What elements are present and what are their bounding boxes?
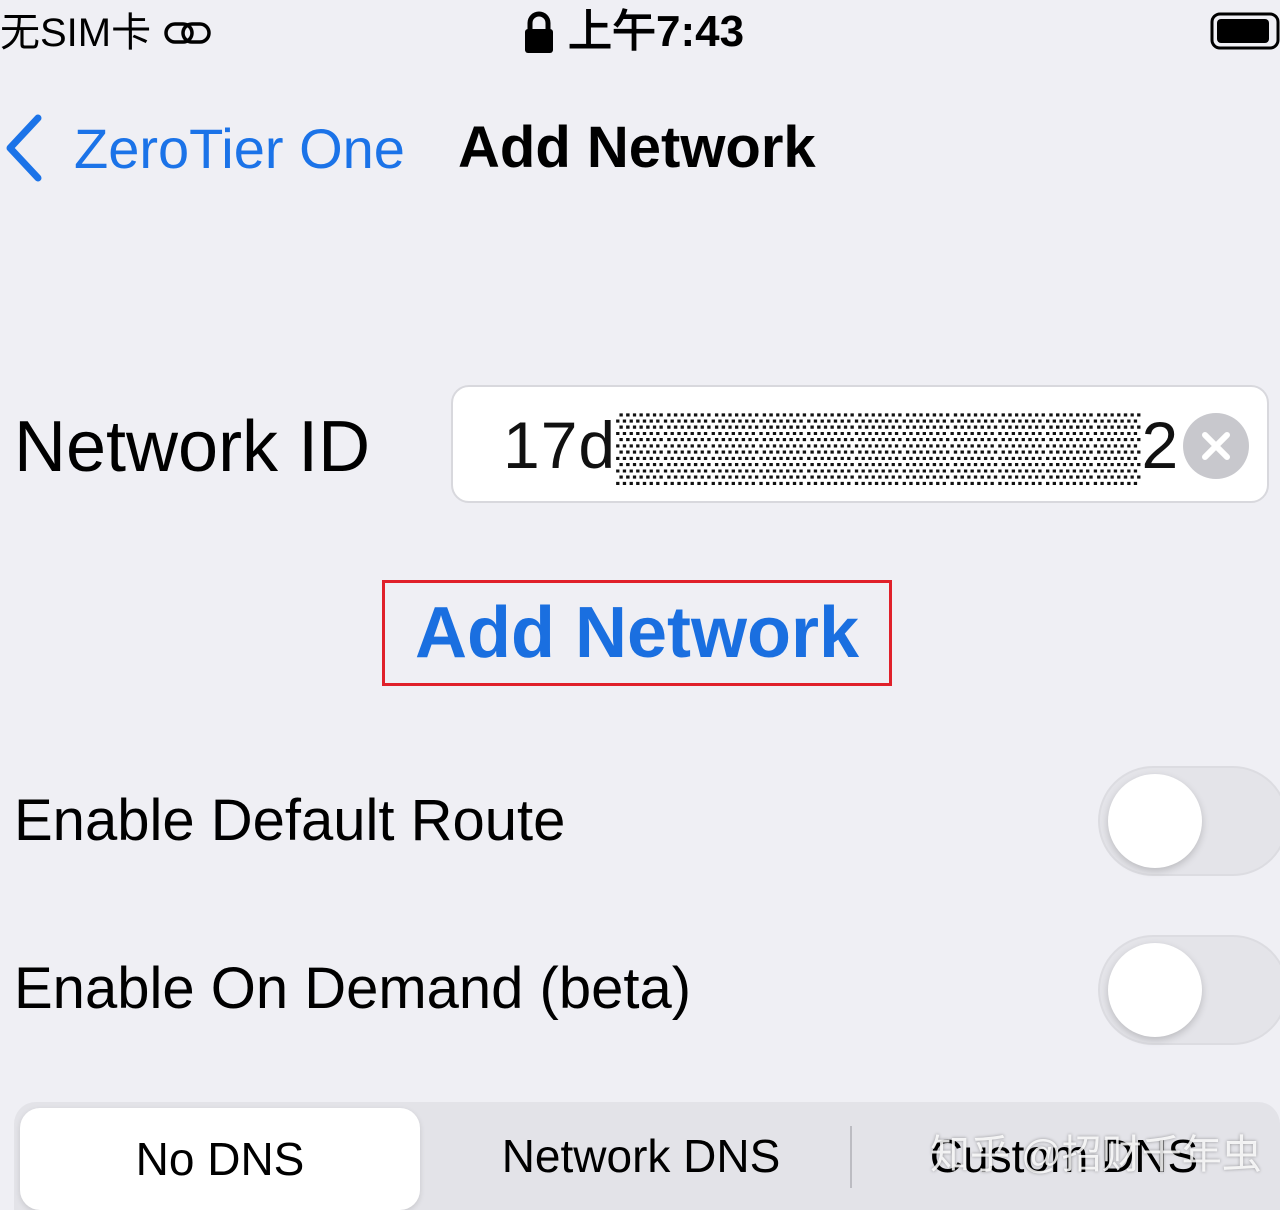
network-id-value: 17d▒▒▒▒▒▒▒▒▒▒▒2 [503, 408, 1180, 482]
battery-icon [1210, 12, 1280, 50]
default-route-toggle[interactable] [1098, 766, 1280, 876]
carrier-label: 无SIM卡 [0, 11, 152, 55]
segment-no-dns[interactable]: No DNS [20, 1108, 420, 1210]
navigation-bar: ZeroTier One Add Network [0, 100, 1280, 200]
toggle-knob [1108, 774, 1202, 868]
network-id-input[interactable]: 17d▒▒▒▒▒▒▒▒▒▒▒2 [451, 385, 1269, 503]
watermark: 知乎 @招财千年虫 [930, 1133, 1262, 1177]
status-bar: 无SIM卡 上午7:43 [0, 0, 1280, 70]
clear-input-button[interactable] [1183, 413, 1249, 479]
toggle-knob [1108, 943, 1202, 1037]
status-center: 上午7:43 [522, 4, 744, 60]
add-network-button[interactable]: Add Network [382, 580, 892, 686]
default-route-label: Enable Default Route [14, 788, 566, 853]
segment-divider [850, 1126, 852, 1188]
link-icon [164, 22, 211, 44]
add-network-label: Add Network [414, 593, 860, 673]
carrier-status: 无SIM卡 [0, 8, 213, 58]
page-title: Add Network [458, 115, 816, 180]
on-demand-label: Enable On Demand (beta) [14, 956, 692, 1021]
network-id-label: Network ID [14, 407, 371, 487]
close-icon [1202, 432, 1230, 460]
status-time: 上午7:43 [568, 7, 745, 56]
chevron-left-icon[interactable] [4, 112, 44, 184]
back-button[interactable]: ZeroTier One [74, 116, 405, 182]
on-demand-toggle[interactable] [1098, 935, 1280, 1045]
lock-icon [525, 11, 553, 53]
segment-network-dns[interactable]: Network DNS [434, 1102, 848, 1210]
